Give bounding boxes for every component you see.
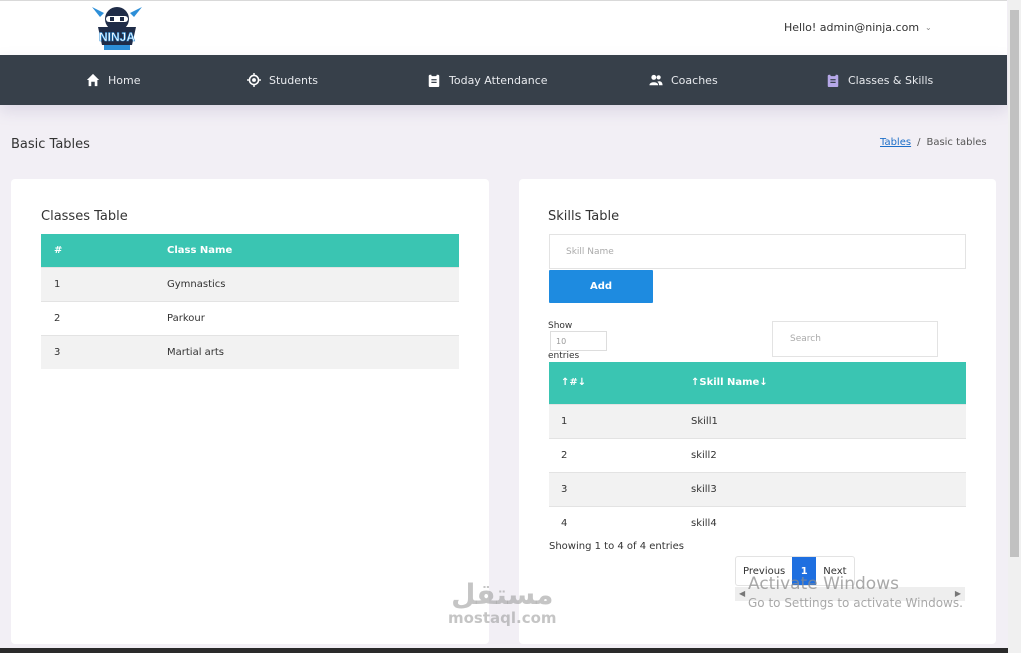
nav-item-today-attendance[interactable]: Today Attendance	[427, 55, 548, 105]
logo-text: NINJA	[99, 30, 135, 44]
chevron-down-icon: ⌄	[925, 23, 932, 32]
vertical-scrollbar[interactable]	[1008, 0, 1021, 653]
column-header-class-name: Class Name	[154, 234, 459, 267]
table-cell: 1	[549, 403, 679, 438]
table-cell: 3	[549, 471, 679, 506]
column-header-skill-name-sortable[interactable]: ↑Skill Name↓	[679, 362, 966, 404]
nav-label-classes-skills: Classes & Skills	[848, 73, 934, 87]
table-cell: 1	[41, 266, 154, 301]
main-navbar: Home Students Today Attendance Coaches C…	[0, 55, 1007, 105]
nav-item-classes-skills[interactable]: Classes & Skills	[826, 55, 933, 105]
classes-card: Classes Table # Class Name 1 Gymnastics …	[11, 179, 489, 644]
classes-card-title: Classes Table	[41, 209, 128, 224]
scrollbar-thumb[interactable]	[1010, 10, 1019, 557]
table-row: 3 Martial arts	[41, 334, 459, 369]
skills-card-title: Skills Table	[548, 209, 620, 224]
nav-item-home[interactable]: Home	[86, 55, 140, 105]
ninja-logo[interactable]: NINJA	[90, 3, 144, 53]
table-row: 1 Gymnastics	[41, 266, 459, 301]
table-row: 2 skill2	[549, 437, 966, 472]
table-row: 3 skill3	[549, 471, 966, 506]
classes-table: # Class Name 1 Gymnastics 2 Parkour 3 Ma…	[41, 234, 459, 369]
table-cell: Skill1	[679, 403, 966, 438]
watermark-latin-text: mostaql.com	[448, 609, 557, 627]
skill-name-input[interactable]: Skill Name	[549, 234, 966, 269]
users-icon	[649, 74, 663, 86]
scroll-left-arrow-icon[interactable]: ◀	[739, 589, 745, 598]
table-row: 2 Parkour	[41, 300, 459, 335]
table-cell: Gymnastics	[154, 266, 459, 301]
table-cell: skill4	[679, 505, 966, 540]
table-cell: 2	[41, 300, 154, 335]
nav-item-coaches[interactable]: Coaches	[649, 55, 718, 105]
show-label: Show	[548, 321, 573, 331]
clipboard-icon	[827, 73, 839, 87]
watermark: مستقل mostaql.com	[448, 578, 557, 627]
search-input[interactable]: Search	[772, 321, 938, 357]
breadcrumb-link-tables[interactable]: Tables	[880, 137, 911, 148]
page-title: Basic Tables	[11, 137, 90, 152]
table-cell: 2	[549, 437, 679, 472]
breadcrumb-current: Basic tables	[926, 137, 987, 148]
target-icon	[247, 73, 261, 87]
top-bar: NINJA Hello! admin@ninja.com ⌄	[0, 0, 1007, 55]
nav-item-students[interactable]: Students	[247, 55, 318, 105]
add-skill-button[interactable]: Add	[549, 270, 653, 303]
taskbar-strip	[0, 648, 1008, 653]
showing-entries-info: Showing 1 to 4 of 4 entries	[549, 541, 684, 552]
home-icon	[86, 73, 100, 87]
table-row: 1 Skill1	[549, 403, 966, 438]
table-cell: Parkour	[154, 300, 459, 335]
table-cell: 4	[549, 505, 679, 540]
clipboard-icon	[428, 73, 440, 87]
activate-windows-subtitle: Go to Settings to activate Windows.	[748, 596, 963, 610]
table-cell: skill2	[679, 437, 966, 472]
activate-windows-title: Activate Windows	[748, 574, 899, 594]
nav-label-home: Home	[108, 73, 141, 87]
watermark-arabic-text: مستقل	[451, 578, 554, 611]
breadcrumb: Tables / Basic tables	[880, 137, 987, 148]
user-greeting: Hello! admin@ninja.com	[784, 21, 920, 34]
nav-label-coaches: Coaches	[671, 73, 718, 87]
user-menu[interactable]: Hello! admin@ninja.com ⌄	[784, 21, 932, 34]
skills-table: ↑#↓ ↑Skill Name↓ 1 Skill1 2 skill2 3 ski…	[549, 362, 966, 540]
table-cell: skill3	[679, 471, 966, 506]
entries-label: entries	[548, 351, 580, 361]
table-cell: Martial arts	[154, 334, 459, 369]
table-cell: 3	[41, 334, 154, 369]
column-header-number: #	[41, 234, 154, 267]
nav-label-students: Students	[269, 73, 319, 87]
breadcrumb-separator: /	[917, 137, 921, 148]
activate-windows-notice: Activate Windows Go to Settings to activ…	[748, 574, 963, 610]
nav-label-today-attendance: Today Attendance	[449, 73, 548, 87]
column-header-number-sortable[interactable]: ↑#↓	[549, 362, 679, 404]
entries-per-page-select[interactable]: 10	[550, 331, 607, 351]
table-row: 4 skill4	[549, 505, 966, 540]
